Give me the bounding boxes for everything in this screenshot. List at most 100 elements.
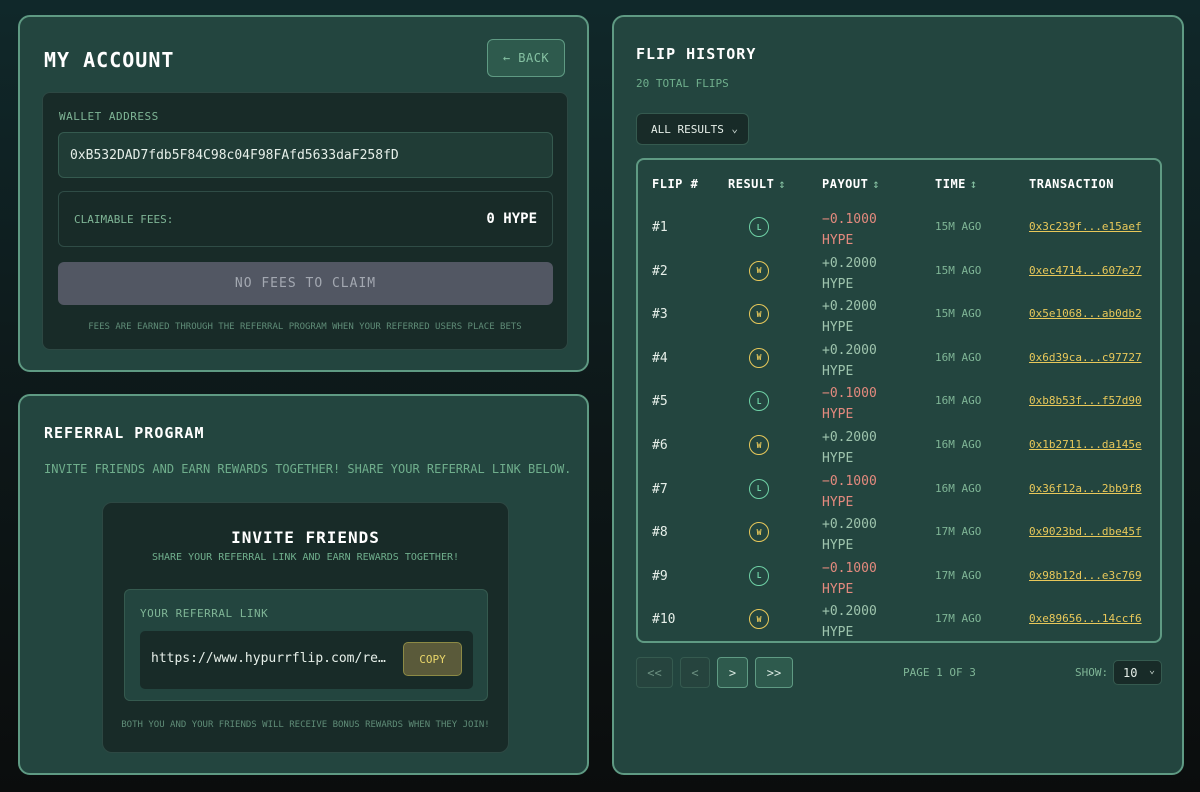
flip-number: #4 xyxy=(652,350,668,366)
column-header-transaction: TRANSACTION xyxy=(1029,177,1114,191)
transaction-link[interactable]: 0x6d39ca...c97727 xyxy=(1029,351,1142,364)
payout-cell: −0.1000 HYPE xyxy=(822,558,877,600)
column-header-result[interactable]: RESULT ↕ xyxy=(728,177,786,191)
flip-time: 15M AGO xyxy=(935,220,982,233)
table-row: #1 L −0.1000 HYPE 15M AGO 0x3c239f...e15aef xyxy=(638,206,1160,251)
table-row: #5 L −0.1000 HYPE 16M AGO 0xb8b53f...f57d90 xyxy=(638,380,1160,424)
page-size-select[interactable]: 10 ⌄ xyxy=(1113,660,1162,685)
flip-number: #3 xyxy=(652,307,668,323)
payout-unit: HYPE xyxy=(822,494,854,510)
transaction-link[interactable]: 0x36f12a...2bb9f8 xyxy=(1029,482,1142,495)
flip-number: #7 xyxy=(652,481,668,497)
transaction-link[interactable]: 0x5e1068...ab0db2 xyxy=(1029,307,1142,320)
referral-description: INVITE FRIENDS AND EARN REWARDS TOGETHER… xyxy=(44,462,572,476)
page-info: PAGE 1 OF 3 xyxy=(903,666,976,679)
back-button[interactable]: ← BACK xyxy=(487,39,565,77)
table-row: #7 L −0.1000 HYPE 16M AGO 0x36f12a...2bb9f8 xyxy=(638,468,1160,512)
transaction-link[interactable]: 0xb8b53f...f57d90 xyxy=(1029,394,1142,407)
payout-unit: HYPE xyxy=(822,276,854,292)
flip-time: 16M AGO xyxy=(935,350,982,364)
transaction-link[interactable]: 0x3c239f...e15aef xyxy=(1029,220,1142,233)
transaction-link[interactable]: 0x9023bd...dbe45f xyxy=(1029,525,1142,538)
payout-unit: HYPE xyxy=(822,320,854,336)
flip-time: 15M AGO xyxy=(935,307,982,321)
wallet-address-label: WALLET ADDRESS xyxy=(59,110,159,123)
flip-time: 16M AGO xyxy=(935,438,982,451)
transaction-link[interactable]: 0x1b2711...da145e xyxy=(1029,438,1142,451)
wallet-address-field[interactable]: 0xB532DAD7fdb5F84C98c04F98FAfd5633daF258… xyxy=(58,132,553,178)
column-header-flip-label: FLIP # xyxy=(652,177,699,191)
flip-history-table: FLIP # RESULT ↕ PAYOUT ↕ TIME ↕ TRANSACTION… xyxy=(636,158,1162,643)
next-page-button[interactable]: > xyxy=(717,657,748,688)
flip-number: #8 xyxy=(652,525,668,541)
chevron-down-icon: ⌄ xyxy=(731,122,738,135)
flip-time: 16M AGO xyxy=(935,481,982,495)
payout-unit: HYPE xyxy=(822,363,854,379)
table-row: #3 W +0.2000 HYPE 15M AGO 0x5e1068...ab0db2 xyxy=(638,293,1160,337)
last-page-button[interactable]: >> xyxy=(755,657,793,688)
flip-number: #1 xyxy=(652,220,668,235)
first-page-button[interactable]: << xyxy=(636,657,673,688)
referral-panel: REFERRAL PROGRAM INVITE FRIENDS AND EARN… xyxy=(18,394,589,775)
column-header-result-label: RESULT xyxy=(728,177,775,191)
payout-amount: −0.1000 xyxy=(822,473,877,489)
invite-title: INVITE FRIENDS xyxy=(231,528,380,547)
claim-fees-button[interactable]: NO FEES TO CLAIM xyxy=(58,262,553,305)
payout-cell: +0.2000 HYPE xyxy=(822,340,877,382)
show-label: SHOW: xyxy=(1075,666,1109,679)
chevron-down-icon: ⌄ xyxy=(1148,665,1155,676)
referral-link-label: YOUR REFERRAL LINK xyxy=(140,607,269,620)
column-header-time-label: TIME xyxy=(935,177,966,191)
payout-unit: HYPE xyxy=(822,407,854,423)
flip-number: #9 xyxy=(652,568,668,584)
flip-time: 17M AGO xyxy=(935,525,982,539)
result-filter-select[interactable]: ALL RESULTS ⌄ xyxy=(636,113,749,145)
claimable-fees-box: CLAIMABLE FEES: 0 HYPE xyxy=(58,191,553,247)
payout-amount: −0.1000 xyxy=(822,560,877,576)
invite-subtitle: SHARE YOUR REFERRAL LINK AND EARN REWARD… xyxy=(151,552,460,563)
flip-number: #10 xyxy=(652,612,676,628)
column-header-transaction-label: TRANSACTION xyxy=(1029,177,1114,191)
sort-icon: ↕ xyxy=(872,177,881,191)
claimable-fees-value: 0 HYPE xyxy=(486,211,537,227)
invite-note: BOTH YOU AND YOUR FRIENDS WILL RECEIVE B… xyxy=(121,720,490,730)
flip-history-title: FLIP HISTORY xyxy=(636,45,757,63)
column-header-time[interactable]: TIME ↕ xyxy=(935,177,978,191)
claimable-fees-label: CLAIMABLE FEES: xyxy=(74,212,174,226)
payout-unit: HYPE xyxy=(822,233,854,248)
payout-cell: −0.1000 HYPE xyxy=(822,209,877,251)
transaction-link[interactable]: 0x98b12d...e3c769 xyxy=(1029,569,1142,582)
account-card: WALLET ADDRESS 0xB532DAD7fdb5F84C98c04F9… xyxy=(42,92,568,350)
page-size-value: 10 xyxy=(1123,665,1138,680)
payout-amount: +0.2000 xyxy=(822,430,877,445)
transaction-link[interactable]: 0xec4714...607e27 xyxy=(1029,264,1142,277)
payout-amount: +0.2000 xyxy=(822,299,877,315)
payout-amount: +0.2000 xyxy=(822,342,877,358)
flip-time: 16M AGO xyxy=(935,394,982,408)
table-row: #9 L −0.1000 HYPE 17M AGO 0x98b12d...e3c769 xyxy=(638,555,1160,600)
referral-link-field[interactable]: https://www.hypurrflip.com/re… xyxy=(151,651,387,666)
payout-amount: −0.1000 xyxy=(822,386,877,402)
column-header-payout[interactable]: PAYOUT ↕ xyxy=(822,177,880,191)
flip-time: 17M AGO xyxy=(935,568,982,582)
table-row: #6 W +0.2000 HYPE 16M AGO 0x1b2711...da145e xyxy=(638,424,1160,469)
table-row: #8 W +0.2000 HYPE 17M AGO 0x9023bd...dbe45f xyxy=(638,511,1160,556)
table-row: #4 W +0.2000 HYPE 16M AGO 0x6d39ca...c97727 xyxy=(638,337,1160,382)
prev-page-button[interactable]: < xyxy=(680,657,710,688)
payout-cell: +0.2000 HYPE xyxy=(822,253,877,295)
total-flips: 20 TOTAL FLIPS xyxy=(636,77,729,90)
payout-amount: −0.1000 xyxy=(822,212,877,227)
column-header-payout-label: PAYOUT xyxy=(822,177,869,191)
referral-link-row: https://www.hypurrflip.com/re… COPY xyxy=(140,631,473,689)
payout-cell: +0.2000 HYPE xyxy=(822,427,877,469)
loss-badge: L xyxy=(749,478,769,499)
transaction-link[interactable]: 0xe89656...14ccf6 xyxy=(1029,612,1142,625)
win-badge: W xyxy=(749,304,769,325)
copy-button[interactable]: COPY xyxy=(403,642,462,676)
payout-amount: +0.2000 xyxy=(822,604,877,620)
column-header-flip: FLIP # xyxy=(652,177,698,191)
payout-cell: +0.2000 HYPE xyxy=(822,514,877,556)
loss-badge: L xyxy=(749,391,769,412)
sort-icon: ↕ xyxy=(969,177,978,191)
flip-number: #2 xyxy=(652,263,668,279)
